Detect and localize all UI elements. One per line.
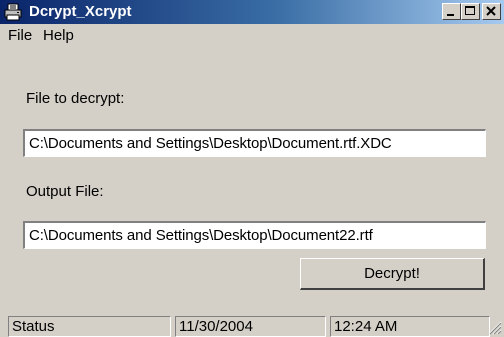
maximize-button[interactable]: [461, 3, 480, 20]
menu-file[interactable]: File: [8, 27, 32, 45]
status-time: 12:24 AM: [334, 318, 398, 335]
printer-icon[interactable]: [4, 3, 22, 21]
window-title: Dcrypt_Xcrypt: [29, 3, 132, 20]
menu-bar: File Help: [0, 24, 504, 48]
output-file-label: Output File:: [26, 183, 104, 200]
close-button[interactable]: [482, 3, 501, 20]
app-window: Dcrypt_Xcrypt File Help File to decrypt:…: [0, 0, 504, 337]
decrypt-file-value: C:\Documents and Settings\Desktop\Docume…: [29, 135, 392, 152]
minimize-button[interactable]: [442, 3, 461, 20]
title-bar[interactable]: Dcrypt_Xcrypt: [0, 0, 504, 24]
close-icon: [486, 6, 496, 16]
time-panel: 12:24 AM: [330, 316, 490, 337]
maximize-icon: [465, 6, 475, 15]
output-file-value: C:\Documents and Settings\Desktop\Docume…: [29, 227, 373, 244]
status-bar: Status 11/30/2004 12:24 AM: [0, 314, 504, 337]
status-date: 11/30/2004: [179, 318, 253, 335]
minimize-icon: [447, 14, 454, 16]
date-panel: 11/30/2004: [175, 316, 326, 337]
decrypt-button[interactable]: Decrypt!: [300, 258, 485, 290]
status-panel: Status: [8, 316, 171, 337]
output-file-input[interactable]: C:\Documents and Settings\Desktop\Docume…: [23, 221, 486, 249]
decrypt-file-input[interactable]: C:\Documents and Settings\Desktop\Docume…: [23, 129, 486, 157]
status-text: Status: [12, 318, 55, 335]
resize-grip-icon[interactable]: [488, 321, 502, 335]
decrypt-file-label: File to decrypt:: [26, 90, 125, 107]
menu-help[interactable]: Help: [43, 27, 74, 45]
